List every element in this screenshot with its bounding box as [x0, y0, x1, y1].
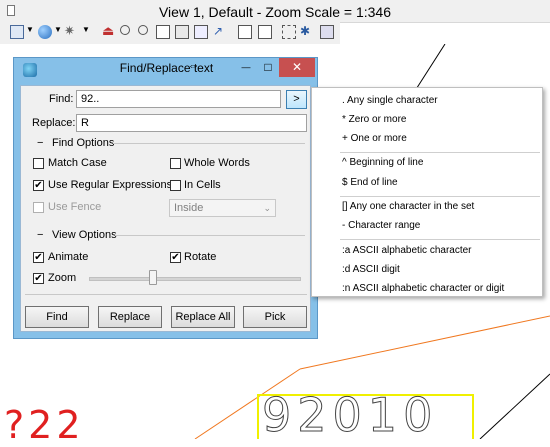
replace-all-button[interactable]: Replace All	[171, 306, 235, 328]
dropdown-arrow-icon[interactable]: ▼	[26, 25, 34, 39]
find-options-divider	[113, 143, 305, 144]
menu-item-char-set[interactable]: [] Any one character in the set	[342, 201, 474, 212]
menu-item-any-char[interactable]: . Any single character	[342, 95, 438, 106]
find-options-collapse[interactable]: −	[37, 137, 43, 149]
view-attributes-icon[interactable]	[10, 25, 24, 39]
yellow-text-element: 92010	[261, 388, 439, 442]
view-titlebar: View 1, Default - Zoom Scale = 1:346	[0, 0, 550, 23]
regex-menu-button[interactable]: >	[286, 90, 307, 109]
menu-separator	[340, 239, 540, 240]
menu-item-char-range[interactable]: - Character range	[342, 220, 420, 231]
fence-mode-select[interactable]: Inside ⌄	[169, 199, 276, 217]
replace-label: Replace:	[32, 117, 76, 129]
dropdown-arrow-icon[interactable]: ▼	[82, 25, 90, 39]
fence-mode-value: Inside	[174, 202, 204, 214]
lighting-icon[interactable]: ✷	[64, 24, 78, 39]
menu-item-one-or-more[interactable]: + One or more	[342, 133, 407, 144]
close-button[interactable]: ✕	[279, 58, 315, 77]
move-cursor-icon: ⇔	[188, 60, 199, 72]
menu-item-ascii-alnum[interactable]: :n ASCII alphabetic character or digit	[342, 283, 504, 294]
pick-button[interactable]: Pick	[243, 306, 307, 328]
dropdown-arrow-icon[interactable]: ▼	[54, 25, 62, 39]
zoom-out-icon[interactable]	[138, 25, 148, 35]
in-cells-checkbox[interactable]	[170, 180, 181, 191]
view-options-collapse[interactable]: −	[37, 229, 43, 241]
menu-item-end-of-line[interactable]: $ End of line	[342, 177, 398, 188]
whole-words-checkbox[interactable]	[170, 158, 181, 169]
replace-button[interactable]: Replace	[98, 306, 162, 328]
maximize-button[interactable]: □	[257, 58, 279, 78]
camera-icon[interactable]	[320, 25, 334, 39]
animate-checkbox[interactable]: ✔	[33, 252, 44, 263]
rotate-checkbox[interactable]: ✔	[170, 252, 181, 263]
copy-view-icon[interactable]	[282, 25, 296, 39]
zoom-label: Zoom	[48, 272, 77, 284]
view-options-heading: View Options	[52, 229, 117, 241]
use-regex-checkbox[interactable]: ✔	[33, 180, 44, 191]
button-row-divider	[25, 294, 307, 295]
find-input[interactable]: 92..	[76, 90, 281, 108]
menu-item-ascii-digit[interactable]: :d ASCII digit	[342, 264, 400, 275]
animate-label: Animate	[48, 251, 89, 263]
fit-view-icon[interactable]	[175, 25, 189, 39]
view-window-title: View 1, Default - Zoom Scale = 1:346	[158, 4, 392, 20]
use-fence-checkbox[interactable]	[33, 202, 44, 213]
rotate-label: Rotate	[184, 251, 217, 263]
menu-item-ascii-alpha[interactable]: :a ASCII alphabetic character	[342, 245, 472, 256]
red-text-element: ?22	[4, 403, 85, 447]
view-options-divider	[115, 235, 305, 236]
menu-item-beginning-of-line[interactable]: ^ Beginning of line	[342, 157, 423, 168]
pan-view-icon[interactable]: ↗	[213, 25, 227, 39]
zoom-slider-thumb[interactable]	[149, 270, 157, 285]
update-view-icon[interactable]: ⏏	[102, 24, 116, 39]
use-regex-label: Use Regular Expressions	[48, 179, 173, 191]
menu-item-zero-or-more[interactable]: * Zero or more	[342, 114, 406, 125]
zoom-in-icon[interactable]	[120, 25, 130, 35]
match-case-label: Match Case	[48, 157, 107, 169]
use-fence-label: Use Fence	[48, 201, 102, 213]
find-options-heading: Find Options	[52, 137, 115, 149]
zoom-slider-track[interactable]	[89, 277, 301, 281]
regex-popup-menu: . Any single character * Zero or more + …	[311, 87, 543, 297]
menu-separator	[340, 196, 540, 197]
minimize-button[interactable]: —	[235, 58, 257, 78]
menu-separator	[340, 152, 540, 153]
find-replace-dialog: Find/Replace text ⇔ — □ ✕ Find: 92.. > R…	[13, 57, 318, 339]
view-toolbar: ▼ ▼ ✷ ▼ ⏏ ↗ ✱	[0, 22, 340, 44]
rotate-view-icon[interactable]	[194, 25, 208, 39]
dialog-client-area: Find: 92.. > Replace: R − Find Options M…	[20, 85, 311, 332]
display-style-icon[interactable]	[38, 25, 52, 39]
in-cells-label: In Cells	[184, 179, 221, 191]
match-case-checkbox[interactable]	[33, 158, 44, 169]
view-previous-icon[interactable]	[238, 25, 252, 39]
window-area-icon[interactable]	[156, 25, 170, 39]
view-settings-icon[interactable]: ✱	[300, 25, 314, 39]
zoom-checkbox[interactable]: ✔	[33, 273, 44, 284]
view-next-icon[interactable]	[258, 25, 272, 39]
chevron-down-icon: ⌄	[263, 203, 271, 213]
replace-input[interactable]: R	[76, 114, 307, 132]
find-button[interactable]: Find	[25, 306, 89, 328]
find-label: Find:	[49, 93, 74, 105]
whole-words-label: Whole Words	[184, 157, 250, 169]
